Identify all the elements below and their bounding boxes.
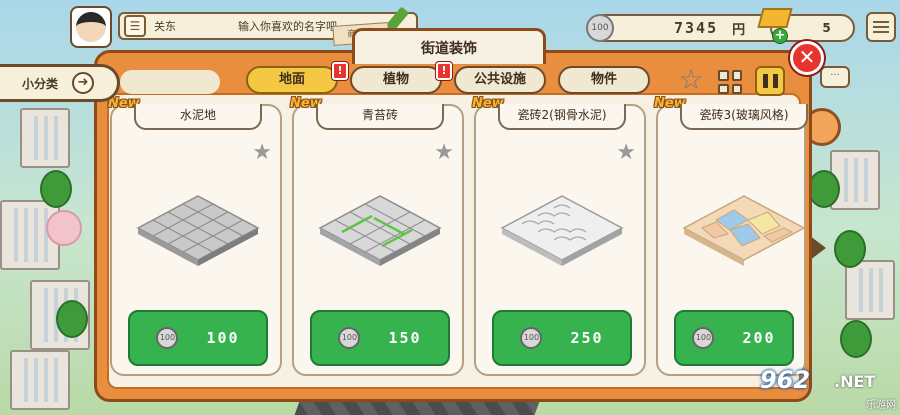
tile-glass-icon [682, 195, 806, 266]
name-input-placeholder[interactable]: 输入你喜欢的名字吧 [238, 18, 337, 34]
item-price: 150 [388, 329, 422, 347]
star-icon[interactable]: ☆ [676, 66, 706, 96]
item-price: 100 [206, 329, 240, 347]
chat-icon[interactable]: ··· [820, 66, 850, 88]
favorite-star-icon[interactable]: ★ [252, 140, 272, 165]
item-price: 200 [742, 329, 776, 347]
tab-public-facilities[interactable]: 公共设施 [454, 66, 546, 94]
menu-icon[interactable] [866, 12, 896, 42]
tab-label: 植物 [382, 72, 409, 87]
coin-amount: 7345 [674, 19, 719, 37]
panel-title: 街道装饰 [421, 40, 477, 57]
tab-label: 地面 [278, 72, 305, 87]
item-card[interactable]: New 瓷砖3(玻璃风格) 100 200 [654, 96, 808, 376]
item-name: 瓷砖2(钢骨水泥) [498, 104, 626, 130]
item-card[interactable]: New 水泥地 ★ 100 100 [108, 96, 282, 376]
watermark-sub: 乐游网 [866, 400, 896, 411]
favorite-star-icon[interactable]: ★ [434, 140, 454, 165]
list-icon[interactable]: ☰ [124, 15, 146, 37]
category-tabs: 地面 ! 植物 ! 公共设施 物件 [246, 62, 650, 94]
coin-icon: 100 [156, 327, 179, 349]
item-card[interactable]: New 青苔砖 ★ 100 150 [290, 96, 464, 376]
coin-icon: 100 [692, 327, 715, 349]
tab-ground[interactable]: 地面 ! [246, 62, 348, 94]
favorite-star-icon[interactable]: ★ [616, 140, 636, 165]
tab-objects[interactable]: 物件 [558, 66, 650, 94]
coin-icon: 100 [338, 327, 361, 349]
gold-amount: 5 [822, 21, 831, 35]
sub-category-label: 小分类 [22, 76, 59, 91]
buy-button[interactable]: 100 150 [310, 310, 450, 366]
close-button[interactable]: ✕ [790, 41, 824, 75]
tile-cement-icon [136, 195, 260, 266]
coin-unit: 円 [732, 22, 746, 38]
alert-icon: ! [332, 62, 348, 80]
arrow-right-icon[interactable] [810, 236, 826, 260]
panel-title-tab: 街道装饰 [352, 28, 546, 64]
item-card[interactable]: New 瓷砖2(钢骨水泥) ★ 100 250 [472, 96, 646, 376]
tab-label: 公共设施 [473, 72, 526, 87]
arrow-right-icon: ➜ [72, 72, 95, 94]
coin-icon: 100 [520, 327, 543, 349]
tile-ceramic-icon [500, 195, 624, 266]
tile-moss-icon [318, 195, 442, 266]
filter-pill[interactable] [120, 70, 220, 94]
player-avatar[interactable] [70, 6, 112, 48]
item-name: 青苔砖 [316, 104, 444, 130]
buy-button[interactable]: 100 250 [492, 310, 632, 366]
watermark: 962 .NET 乐游网 [760, 366, 900, 412]
item-name: 水泥地 [134, 104, 262, 130]
item-name: 瓷砖3(玻璃风格) [680, 104, 808, 130]
sub-category-button[interactable]: 小分类 ➜ [0, 64, 120, 102]
gold-bar-icon [757, 8, 793, 28]
grid-icon[interactable] [718, 70, 742, 94]
buy-button[interactable]: 100 200 [674, 310, 794, 366]
close-icon: ✕ [798, 45, 816, 69]
watermark-net: .NET [834, 372, 876, 391]
tab-plants[interactable]: 植物 ! [350, 62, 452, 94]
player-name: 关东 [154, 20, 176, 33]
pause-icon[interactable] [755, 66, 785, 96]
tab-label: 物件 [590, 72, 617, 87]
watermark-logo: 962 [760, 366, 811, 394]
coin-icon: 100 [586, 14, 614, 42]
buy-button[interactable]: 100 100 [128, 310, 268, 366]
plus-icon[interactable]: + [772, 28, 788, 44]
alert-icon: ! [436, 62, 452, 80]
item-price: 250 [570, 329, 604, 347]
